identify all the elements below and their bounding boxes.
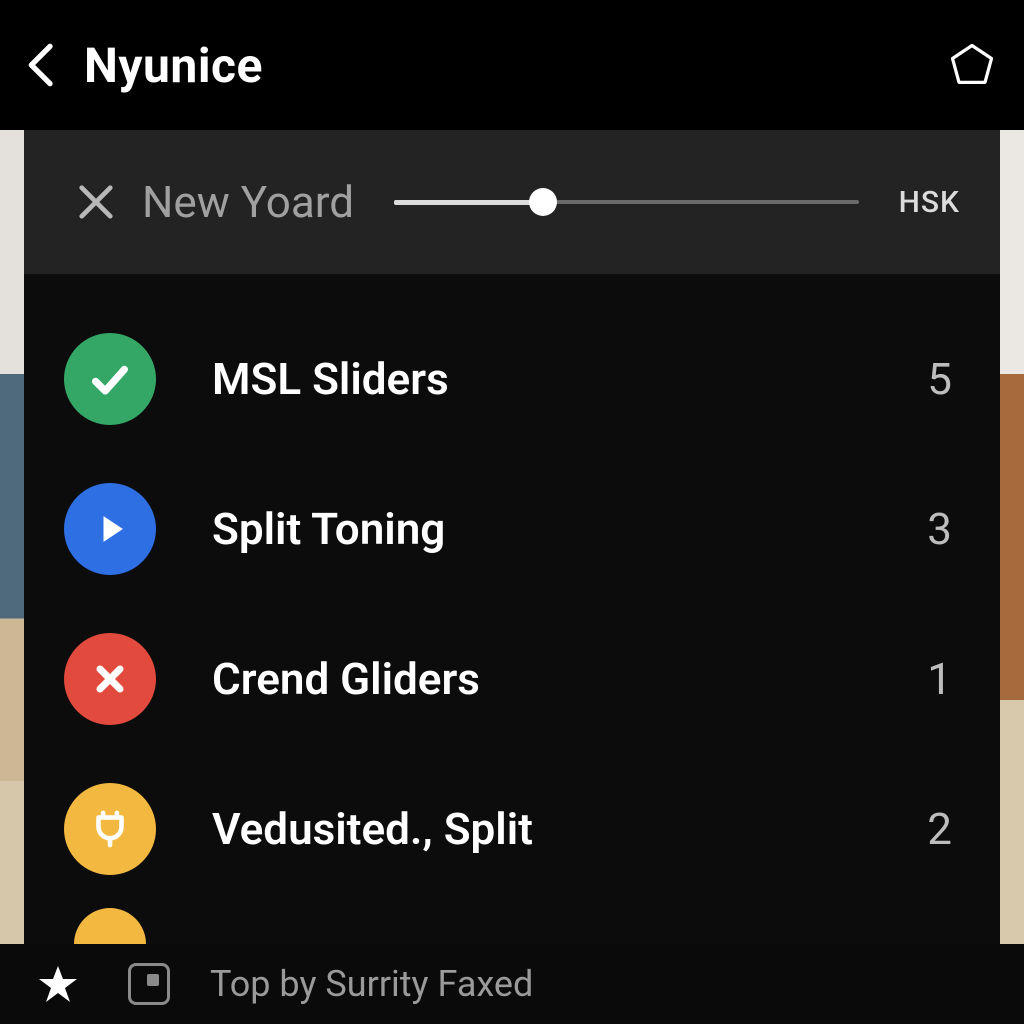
list-item-label: MSL Sliders — [212, 353, 927, 405]
star-icon — [38, 964, 78, 1004]
panel: New Yoard HSK MSL Sliders 5 Split Ton — [24, 130, 1000, 944]
screen: Nyunice New Yoard HSK MSL — [0, 0, 1024, 1024]
copy-button[interactable] — [128, 963, 170, 1005]
page-title: Nyunice — [84, 37, 944, 94]
check-icon — [86, 355, 134, 403]
list-item-label: Vedusited., Split — [212, 803, 927, 855]
bottom-bar: Top by Surrity Faxed — [0, 944, 1024, 1024]
top-bar: Nyunice — [0, 0, 1024, 130]
tag-icon — [946, 39, 998, 91]
list-item-vedusited-split[interactable]: Vedusited., Split 2 — [64, 754, 960, 904]
slider-label: New Yoard — [142, 176, 354, 228]
list-item-partial — [64, 904, 960, 944]
list-item-split-toning[interactable]: Split Toning 3 — [64, 454, 960, 604]
tag-button[interactable] — [944, 37, 1000, 93]
list-item-count: 2 — [927, 803, 952, 855]
status-badge-play — [64, 483, 156, 575]
list-item-msl-sliders[interactable]: MSL Sliders 5 — [64, 304, 960, 454]
close-icon — [77, 183, 115, 221]
play-icon — [90, 509, 130, 549]
back-button[interactable] — [24, 47, 60, 83]
plug-icon — [87, 806, 133, 852]
x-icon — [90, 659, 130, 699]
slider-row: New Yoard HSK — [24, 130, 1000, 274]
slider-thumb[interactable] — [529, 188, 557, 216]
status-badge-check — [64, 333, 156, 425]
status-badge-partial — [74, 908, 146, 944]
chevron-left-icon — [26, 43, 58, 87]
slider-right-label: HSK — [899, 185, 960, 220]
close-button[interactable] — [74, 180, 118, 224]
slider[interactable] — [394, 190, 859, 214]
list-item-crend-gliders[interactable]: Crend Gliders 1 — [64, 604, 960, 754]
slider-fill — [394, 200, 543, 205]
list-item-count: 5 — [927, 353, 952, 405]
favorite-button[interactable] — [36, 962, 80, 1006]
list-item-label: Crend Gliders — [212, 653, 927, 705]
status-badge-plug — [64, 783, 156, 875]
status-badge-x — [64, 633, 156, 725]
list-item-count: 1 — [927, 653, 952, 705]
list: MSL Sliders 5 Split Toning 3 Crend Glide… — [24, 274, 1000, 944]
list-item-count: 3 — [927, 503, 952, 555]
footer-text: Top by Surrity Faxed — [210, 963, 533, 1005]
list-item-label: Split Toning — [212, 503, 927, 555]
